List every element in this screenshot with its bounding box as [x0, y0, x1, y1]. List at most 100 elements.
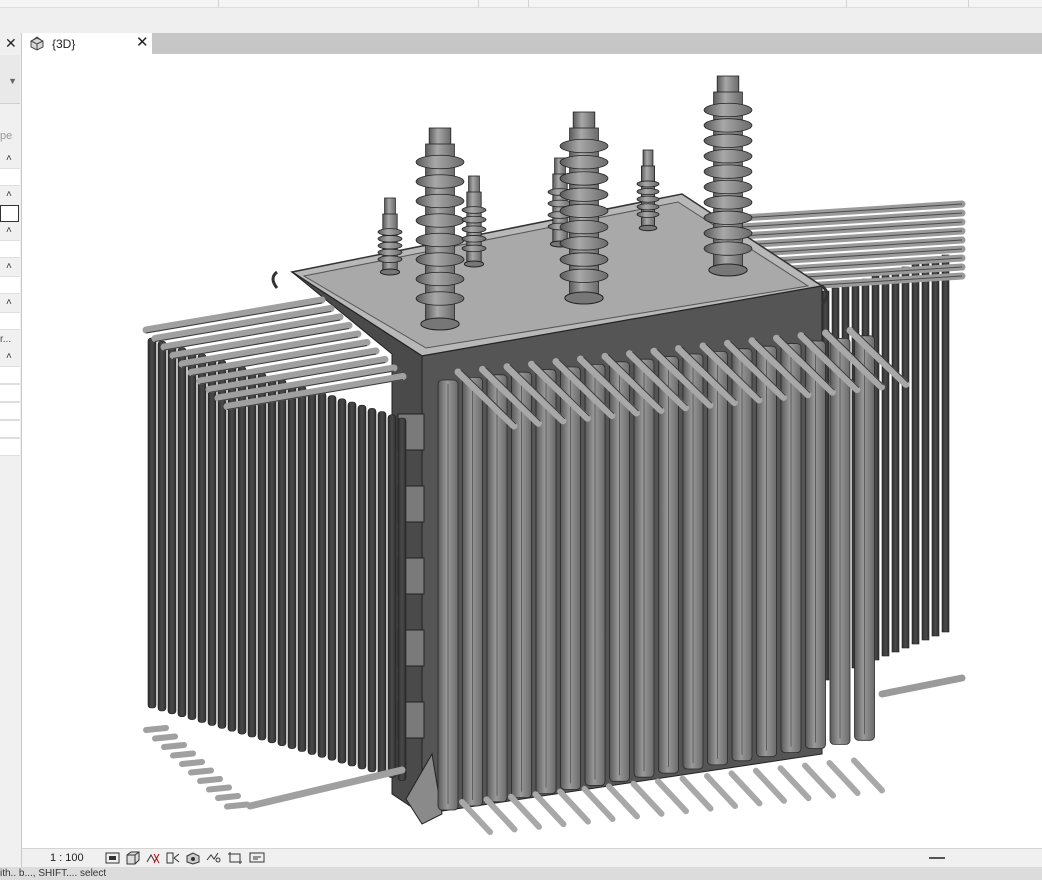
bushing-shed [636, 195, 660, 203]
property-row[interactable] [0, 312, 20, 330]
radiator-fin [921, 260, 930, 641]
radiator-fin [237, 366, 247, 735]
detail-level-icon[interactable] [105, 851, 121, 865]
property-row[interactable] [0, 402, 20, 420]
bushing-shed [703, 210, 753, 225]
3d-view-icon [29, 36, 45, 51]
bushing-shed [559, 268, 609, 283]
header-pipe [851, 757, 885, 794]
property-row[interactable] [0, 420, 20, 438]
bushing-flange [463, 260, 485, 268]
type-selector-dropdown[interactable]: ▼ [0, 55, 20, 104]
header-pipe [704, 773, 738, 809]
sun-path-icon[interactable] [145, 851, 161, 865]
collapse-section-icon[interactable]: ˄ [6, 189, 12, 201]
visual-style-icon[interactable] [125, 851, 141, 865]
bushing-shed [636, 180, 660, 188]
bushing-shed [636, 203, 660, 211]
property-value: r... [0, 334, 12, 345]
bushing-shed [703, 102, 753, 118]
bushing-terminal [716, 75, 740, 95]
3d-viewport[interactable] [22, 54, 1042, 848]
header-pipe [753, 767, 787, 804]
horizontal-scrollbar[interactable] [929, 857, 945, 859]
radiator-fin [327, 395, 337, 761]
bushing-terminal [642, 149, 654, 169]
bushing-shed [703, 241, 753, 256]
radiator-fin [931, 257, 940, 637]
bushing-shed [377, 255, 403, 263]
radiator-fin [367, 408, 377, 773]
radiator-fin [147, 337, 157, 709]
bushing-shed [415, 232, 465, 248]
bushing-shed [636, 188, 660, 196]
property-row[interactable] [0, 366, 20, 384]
view-tab-bar: {3D} ✕ [22, 33, 1042, 54]
header-pipe [188, 767, 214, 776]
bushing-flange [379, 268, 401, 276]
bushing-shed [559, 138, 609, 154]
bushing-shed [703, 179, 753, 195]
radiator-fin [257, 372, 267, 741]
hint-text: ith.. b..., SHIFT.... select [0, 868, 107, 879]
bushing-shed [415, 154, 465, 170]
collapse-section-icon[interactable]: ˄ [6, 261, 12, 273]
collapse-section-icon[interactable]: ˄ [6, 351, 12, 363]
radiator-fin [217, 360, 227, 729]
show-crop-region-icon[interactable] [227, 851, 243, 865]
crop-view-icon[interactable] [205, 851, 221, 865]
bushing-shed [377, 248, 403, 257]
bushing-shed [703, 149, 753, 164]
property-row[interactable] [0, 384, 20, 402]
radiator-fin [317, 392, 327, 758]
bushing-shed [461, 244, 487, 253]
header-pipe [215, 793, 241, 801]
collapse-section-icon[interactable]: ˄ [6, 297, 12, 309]
bushing-terminal [428, 127, 452, 147]
radiator-fin [901, 266, 910, 649]
bushing-shed [559, 203, 609, 219]
property-row[interactable] [0, 168, 20, 186]
bushing-shed [415, 291, 465, 306]
property-row-selected[interactable] [0, 205, 19, 222]
bushing-flange [564, 291, 604, 305]
bushing-shed [559, 252, 609, 267]
view-scale[interactable]: 1 : 100 [50, 852, 84, 864]
properties-panel: ✕ ▼ pe ˄ ˄ ˄ ˄ ˄ r... ˄ [0, 33, 22, 867]
radiator-fin [197, 353, 207, 723]
property-row[interactable] [0, 438, 20, 456]
bushing-shed [415, 193, 465, 209]
tab-3d-view[interactable]: {3D} ✕ [22, 33, 152, 54]
shadows-icon[interactable] [165, 851, 181, 865]
bushing-shed [377, 235, 403, 243]
header-pipe [170, 750, 196, 759]
ribbon-separator [478, 0, 479, 7]
header-pipe [679, 775, 714, 812]
bushing-terminal [572, 111, 596, 131]
bushing-shed [559, 171, 609, 186]
header-pipe [246, 766, 406, 810]
bushing-shed [559, 236, 609, 251]
left-radiator-bank [142, 296, 407, 810]
radiator-fin [377, 411, 387, 776]
header-pipe [728, 770, 763, 807]
header-pipe [508, 793, 542, 830]
temporary-hide-icon[interactable] [249, 851, 265, 865]
header-pipe [777, 765, 812, 802]
collapse-section-icon[interactable]: ˄ [6, 153, 12, 165]
close-icon[interactable]: ✕ [5, 35, 17, 51]
toolbar-band [0, 8, 1042, 33]
render-icon[interactable] [185, 851, 201, 865]
bushing-shed [461, 206, 487, 214]
header-pipe [483, 796, 518, 833]
property-row[interactable] [0, 276, 20, 294]
bushing [559, 111, 609, 305]
bushing-shed [377, 228, 403, 236]
bushing-shed [703, 195, 753, 210]
collapse-section-icon[interactable]: ˄ [6, 225, 12, 237]
property-row[interactable] [0, 240, 20, 258]
close-icon[interactable]: ✕ [136, 34, 149, 52]
bushing-shed [415, 174, 465, 189]
radiator-fin [337, 398, 347, 764]
bushing-shed [415, 213, 465, 228]
